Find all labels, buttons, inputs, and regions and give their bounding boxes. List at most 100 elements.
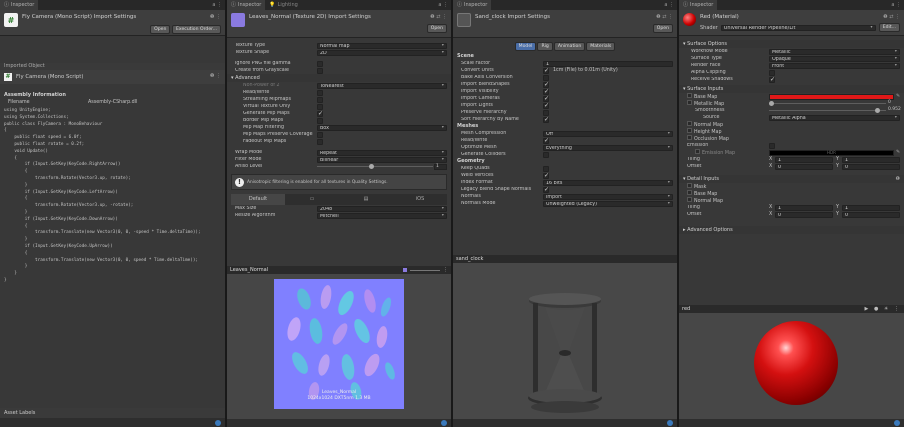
import-tab-animation[interactable]: Animation	[553, 42, 586, 51]
setting-checkbox[interactable]	[543, 186, 549, 193]
tab-menu-icon[interactable]: a ⋮	[438, 0, 448, 10]
tiling-y-field[interactable]: 1	[842, 156, 900, 163]
height-map-slot[interactable]	[687, 128, 692, 133]
setting-checkbox[interactable]	[317, 117, 323, 124]
platform-tab-standalone-icon[interactable]: ▭	[285, 194, 339, 205]
edit-shader-button[interactable]: Edit...	[878, 23, 900, 32]
smoothness-slider[interactable]: 0.952	[769, 107, 901, 114]
setting-checkbox[interactable]	[543, 67, 549, 74]
emission-color-swatch[interactable]: HDR	[769, 149, 894, 156]
base-map-slot[interactable]	[687, 93, 692, 98]
setting-dropdown[interactable]: Normal map	[317, 42, 447, 49]
tab-menu-icon[interactable]: a ⋮	[664, 0, 674, 10]
eyedropper-icon[interactable]: ✎	[896, 94, 900, 99]
script-settings-icon[interactable]: ❶ ⋮	[210, 73, 221, 79]
execution-order-button[interactable]: Execution Order...	[171, 25, 221, 34]
setting-dropdown[interactable]: Everything	[543, 144, 673, 151]
surface-options-foldout[interactable]: ▾ Surface Options	[679, 40, 904, 48]
advanced-foldout[interactable]: ▾ Advanced	[227, 74, 451, 82]
occlusion-map-slot[interactable]	[687, 135, 692, 140]
preview-controls-icon[interactable]: ▶ ● ☀ ⋮	[865, 306, 901, 312]
smoothness-value[interactable]: 0.952	[887, 107, 901, 114]
setting-checkbox[interactable]	[317, 138, 323, 145]
setting-checkbox[interactable]	[543, 137, 549, 144]
help-icon[interactable]: ❶	[896, 175, 900, 183]
detail-tiling-y-field[interactable]: 1	[842, 204, 900, 211]
rgb-channel-icon[interactable]	[403, 268, 407, 272]
preview-menu-icon[interactable]: ⋮	[443, 267, 448, 273]
asset-bundle-icon[interactable]	[441, 420, 447, 426]
setting-checkbox[interactable]	[543, 172, 549, 179]
setting-dropdown[interactable]: Bilinear	[317, 156, 447, 163]
platform-tab-default[interactable]: Default	[231, 194, 285, 205]
aniso-level-slider[interactable]: 1	[317, 163, 447, 170]
asset-bundle-icon[interactable]	[894, 420, 900, 426]
tab-inspector[interactable]: ⓘ Inspector	[679, 0, 718, 10]
setting-dropdown[interactable]: Box	[317, 124, 447, 131]
surface-inputs-foldout[interactable]: ▾ Surface Inputs	[679, 85, 904, 93]
setting-dropdown[interactable]: Import	[543, 193, 673, 200]
slider-knob[interactable]	[369, 164, 374, 169]
setting-checkbox[interactable]	[317, 89, 323, 96]
tab-menu-icon[interactable]: a ⋮	[891, 0, 901, 10]
resize-algorithm-dropdown[interactable]: Mitchell	[317, 212, 447, 219]
tab-menu-icon[interactable]: a ⋮	[212, 0, 222, 10]
metallic-slider[interactable]: 0	[769, 100, 900, 107]
platform-tab-server-icon[interactable]: ▤	[339, 194, 393, 205]
mip-slider[interactable]	[410, 269, 440, 271]
open-button[interactable]: Open	[150, 25, 171, 34]
normal-map-slot[interactable]	[687, 121, 692, 126]
open-button[interactable]: Open	[426, 24, 447, 33]
detail-tiling-x-field[interactable]: 1	[775, 204, 833, 211]
detail-normal-map-slot[interactable]	[687, 197, 692, 202]
setting-dropdown[interactable]: Unweighted (Legacy)	[543, 200, 673, 207]
header-settings-icon[interactable]: ❶ ⇄ ⋮	[656, 14, 673, 20]
tab-inspector[interactable]: ⓘ Inspector	[227, 0, 266, 10]
open-button[interactable]: Open	[652, 24, 673, 33]
setting-dropdown[interactable]: 16 bits	[543, 179, 673, 186]
setting-dropdown[interactable]: Off	[543, 130, 673, 137]
setting-dropdown[interactable]: Metallic	[769, 48, 900, 55]
setting-checkbox[interactable]	[543, 116, 549, 123]
emission-map-slot[interactable]	[695, 149, 700, 154]
offset-x-field[interactable]: 0	[775, 163, 833, 170]
asset-bundle-icon[interactable]	[215, 420, 221, 426]
setting-dropdown[interactable]: 2D	[317, 49, 447, 56]
setting-checkbox[interactable]	[317, 67, 323, 74]
detail-offset-x-field[interactable]: 0	[775, 211, 833, 218]
max-size-dropdown[interactable]: 2048	[317, 205, 447, 212]
setting-dropdown[interactable]: Repeat	[317, 149, 447, 156]
eyedropper-icon[interactable]: ✎	[896, 150, 900, 155]
advanced-options-foldout[interactable]: ▸ Advanced Options	[679, 226, 904, 234]
asset-labels[interactable]: Asset Labels	[0, 408, 225, 418]
setting-field[interactable]: 1	[543, 60, 673, 67]
source-dropdown[interactable]: Metallic Alpha	[769, 114, 900, 121]
setting-checkbox[interactable]	[543, 151, 549, 158]
setting-checkbox[interactable]	[317, 131, 323, 138]
detail-base-map-slot[interactable]	[687, 190, 692, 195]
header-settings-icon[interactable]: ❶ ⋮	[210, 14, 221, 20]
detail-offset-y-field[interactable]: 0	[842, 211, 900, 218]
tiling-x-field[interactable]: 1	[775, 156, 833, 163]
tab-inspector[interactable]: ⓘ Inspector	[453, 0, 492, 10]
setting-checkbox[interactable]	[317, 96, 323, 103]
shader-dropdown[interactable]: Universal Render Pipeline/Lit	[720, 24, 876, 31]
tab-lighting[interactable]: 💡 Lighting	[265, 0, 302, 10]
setting-dropdown[interactable]: Front	[769, 62, 900, 69]
offset-y-field[interactable]: 0	[842, 163, 900, 170]
setting-checkbox[interactable]	[543, 102, 549, 109]
emission-toggle[interactable]	[769, 142, 775, 149]
import-tab-materials[interactable]: Materials	[586, 42, 616, 51]
metallic-map-slot[interactable]	[687, 100, 692, 105]
import-tab-model[interactable]: Model	[514, 42, 537, 51]
aniso-level-value[interactable]: 1	[434, 163, 447, 170]
setting-dropdown[interactable]: Opaque	[769, 55, 900, 62]
base-color-swatch[interactable]	[769, 93, 894, 100]
slider-knob[interactable]	[875, 108, 880, 113]
tab-inspector[interactable]: ⓘ Inspector	[0, 0, 39, 10]
slider-knob[interactable]	[769, 101, 774, 106]
platform-tab-ios-icon[interactable]: iOS	[393, 194, 447, 205]
setting-checkbox[interactable]	[317, 110, 323, 117]
setting-dropdown[interactable]: ToNearest	[317, 82, 447, 89]
header-settings-icon[interactable]: ❶ ⇄ ⋮	[430, 14, 447, 20]
